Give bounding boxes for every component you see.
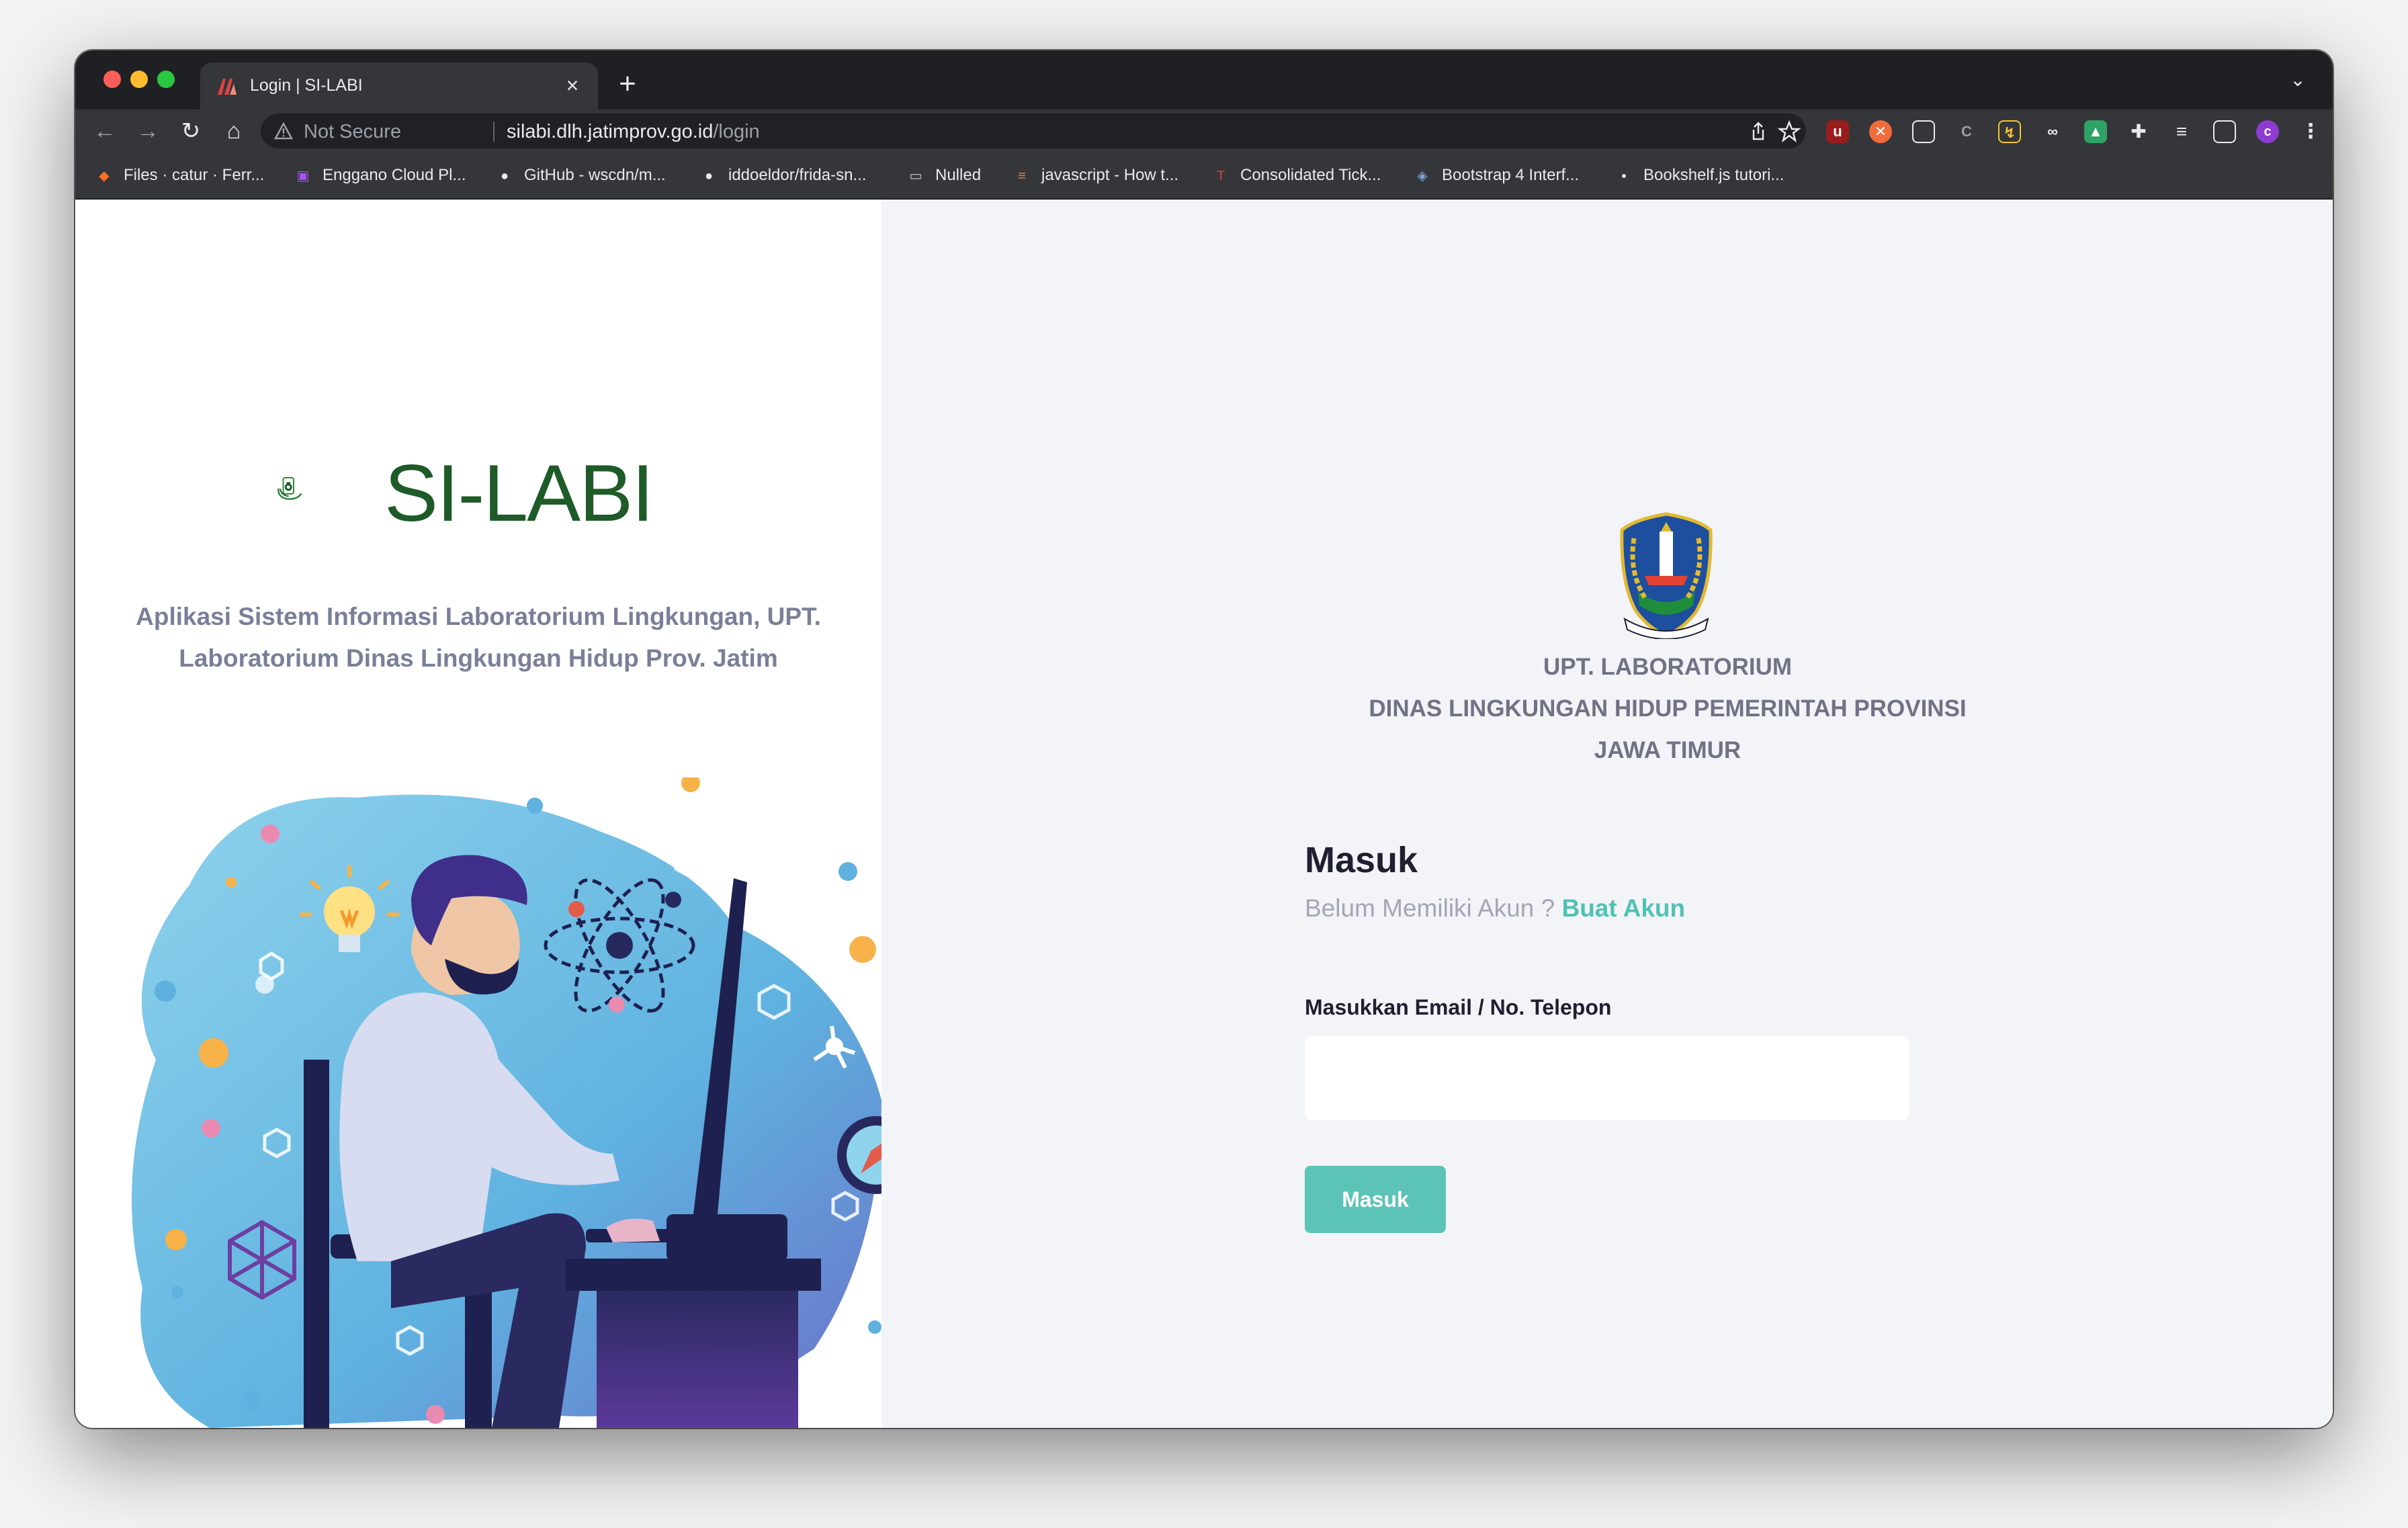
green-extension-icon[interactable]: ▲ [2084,120,2107,143]
bookmark-label: Nulled [935,166,982,184]
jawa-timur-emblem [1620,512,1713,639]
bookmark-label: GitHub - wscdn/m... [524,166,666,184]
ublock-extension-icon[interactable]: u [1826,120,1849,143]
extensions-puzzle-icon[interactable]: ✚ [2127,120,2150,143]
forward-button[interactable]: → [132,115,164,147]
bookmark-item[interactable]: ≡ javascript - How t... [1012,163,1178,187]
register-prompt-line: Belum Memiliki Akun ? Buat Akun [1305,894,1685,923]
github-icon: ● [500,168,509,183]
tab-active[interactable]: Login | SI-LABI × [200,62,598,110]
app-icon: ▣ [296,168,310,183]
scientist-illustration [132,777,882,1428]
reload-button[interactable]: ↻ [175,115,207,147]
side-panel-icon[interactable] [2213,120,2236,143]
yellow-extension-icon[interactable]: ↯ [1998,120,2021,143]
bookmark-label: Enggano Cloud Pl... [322,166,466,184]
browser-window: Login | SI-LABI × + ⌄ ← → ↻ ⌂ Not Secure… [75,50,2333,1428]
silabi-logo [277,477,302,500]
brand-name: SI-LABI [384,448,654,538]
bookmark-label: iddoeldor/frida-sn... [728,166,867,184]
square-icon: ▪ [1621,168,1627,183]
extension-orange-icon[interactable]: ✕ [1869,120,1892,143]
more-menu-icon[interactable]: ⋮ [2299,120,2322,143]
bookmark-label: Consolidated Tick... [1240,166,1381,184]
tab-title: Login | SI-LABI [250,76,363,95]
address-bar[interactable]: Not Secure silabi.dlh.jatimprov.go.id/lo… [261,114,1806,148]
login-heading: Masuk [1305,840,1418,880]
brand-tagline: Aplikasi Sistem Informasi Laboratorium L… [136,603,821,672]
home-button[interactable]: ⌂ [218,115,250,147]
create-account-link[interactable]: Buat Akun [1561,894,1685,922]
organization-name: UPT. LABORATORIUM DINAS LINGKUNGAN HIDUP… [1338,646,1997,771]
share-icon[interactable] [1746,119,1771,144]
bookmark-item[interactable]: ◈ Bootstrap 4 Interf... [1412,163,1579,187]
email-field-label: Masukkan Email / No. Telepon [1305,995,1612,1019]
bookmarks-bar: ◆ Files · catur · Ferr... ▣ Enggano Cloud P… [75,153,2333,200]
cube-icon: ◈ [1417,168,1428,183]
bookmark-item[interactable]: ● GitHub - wscdn/m... [494,163,666,187]
bookmark-item[interactable]: ▪ Bookshelf.js tutori... [1614,163,1784,187]
bookmark-item[interactable]: ◆ Files · catur · Ferr... [94,163,264,187]
tab-strip: Login | SI-LABI × + ⌄ [75,50,2333,110]
tab-search-chevron-icon[interactable]: ⌄ [2284,65,2311,95]
left-panel: SI-LABI Aplikasi Sistem Informasi Labora… [75,200,882,1428]
close-tab-icon[interactable]: × [559,72,586,99]
ticket-icon: T [1216,168,1226,183]
bookmark-item[interactable]: T Consolidated Tick... [1211,163,1381,187]
bookmark-star-icon[interactable] [1776,119,1802,144]
bookmark-item[interactable]: ▣ Enggano Cloud Pl... [293,163,466,187]
browser-toolbar: ← → ↻ ⌂ Not Secure silabi.dlh.jatimprov.… [75,110,2333,153]
org-line-1: UPT. LABORATORIUM [1543,654,1793,680]
silabi-favicon-icon [218,79,236,95]
warning-triangle-icon[interactable] [274,122,293,140]
page-content: SI-LABI Aplikasi Sistem Informasi Labora… [75,200,2333,1428]
url-path: /login [713,121,760,142]
url-host: silabi.dlh.jatimprov.go.id [507,121,714,142]
login-button[interactable]: Masuk [1305,1166,1446,1233]
url-text[interactable]: silabi.dlh.jatimprov.go.id/login [507,121,760,143]
maximize-window-button[interactable] [157,71,175,88]
bookmark-label: Files · catur · Ferr... [124,166,265,184]
github-icon: ● [704,168,714,183]
org-line-3: JAWA TIMUR [1594,737,1742,763]
minimize-window-button[interactable] [130,71,148,88]
incognito-extension-icon[interactable]: ∞ [2041,120,2064,143]
new-tab-button[interactable]: + [607,65,648,103]
stackoverflow-icon: ≡ [1018,168,1026,183]
bookmark-item[interactable]: ▭ Nulled [906,163,982,187]
close-window-button[interactable] [103,71,121,88]
code-extension-icon[interactable]: C [1955,120,1978,143]
bookmark-label: Bootstrap 4 Interf... [1442,166,1580,184]
folder-icon: ▭ [909,168,922,183]
profile-avatar[interactable]: c [2256,120,2279,143]
security-status-label[interactable]: Not Secure [304,121,401,143]
bookmark-item[interactable]: ● iddoeldor/frida-sn... [699,163,867,187]
right-panel: UPT. LABORATORIUM DINAS LINGKUNGAN HIDUP… [882,200,2333,1428]
media-queue-icon[interactable]: ≡ [2170,120,2193,143]
email-field[interactable] [1305,1035,1909,1120]
org-line-2: DINAS LINGKUNGAN HIDUP PEMERINTAH PROVIN… [1369,695,1967,722]
bookmark-label: Bookshelf.js tutori... [1643,166,1784,184]
bookmark-label: javascript - How t... [1041,166,1179,184]
omnibox-divider [493,122,494,142]
register-prompt: Belum Memiliki Akun ? [1305,894,1555,922]
window-extension-icon[interactable] [1912,120,1935,143]
gitlab-icon: ◆ [99,168,110,183]
back-button[interactable]: ← [89,115,121,147]
